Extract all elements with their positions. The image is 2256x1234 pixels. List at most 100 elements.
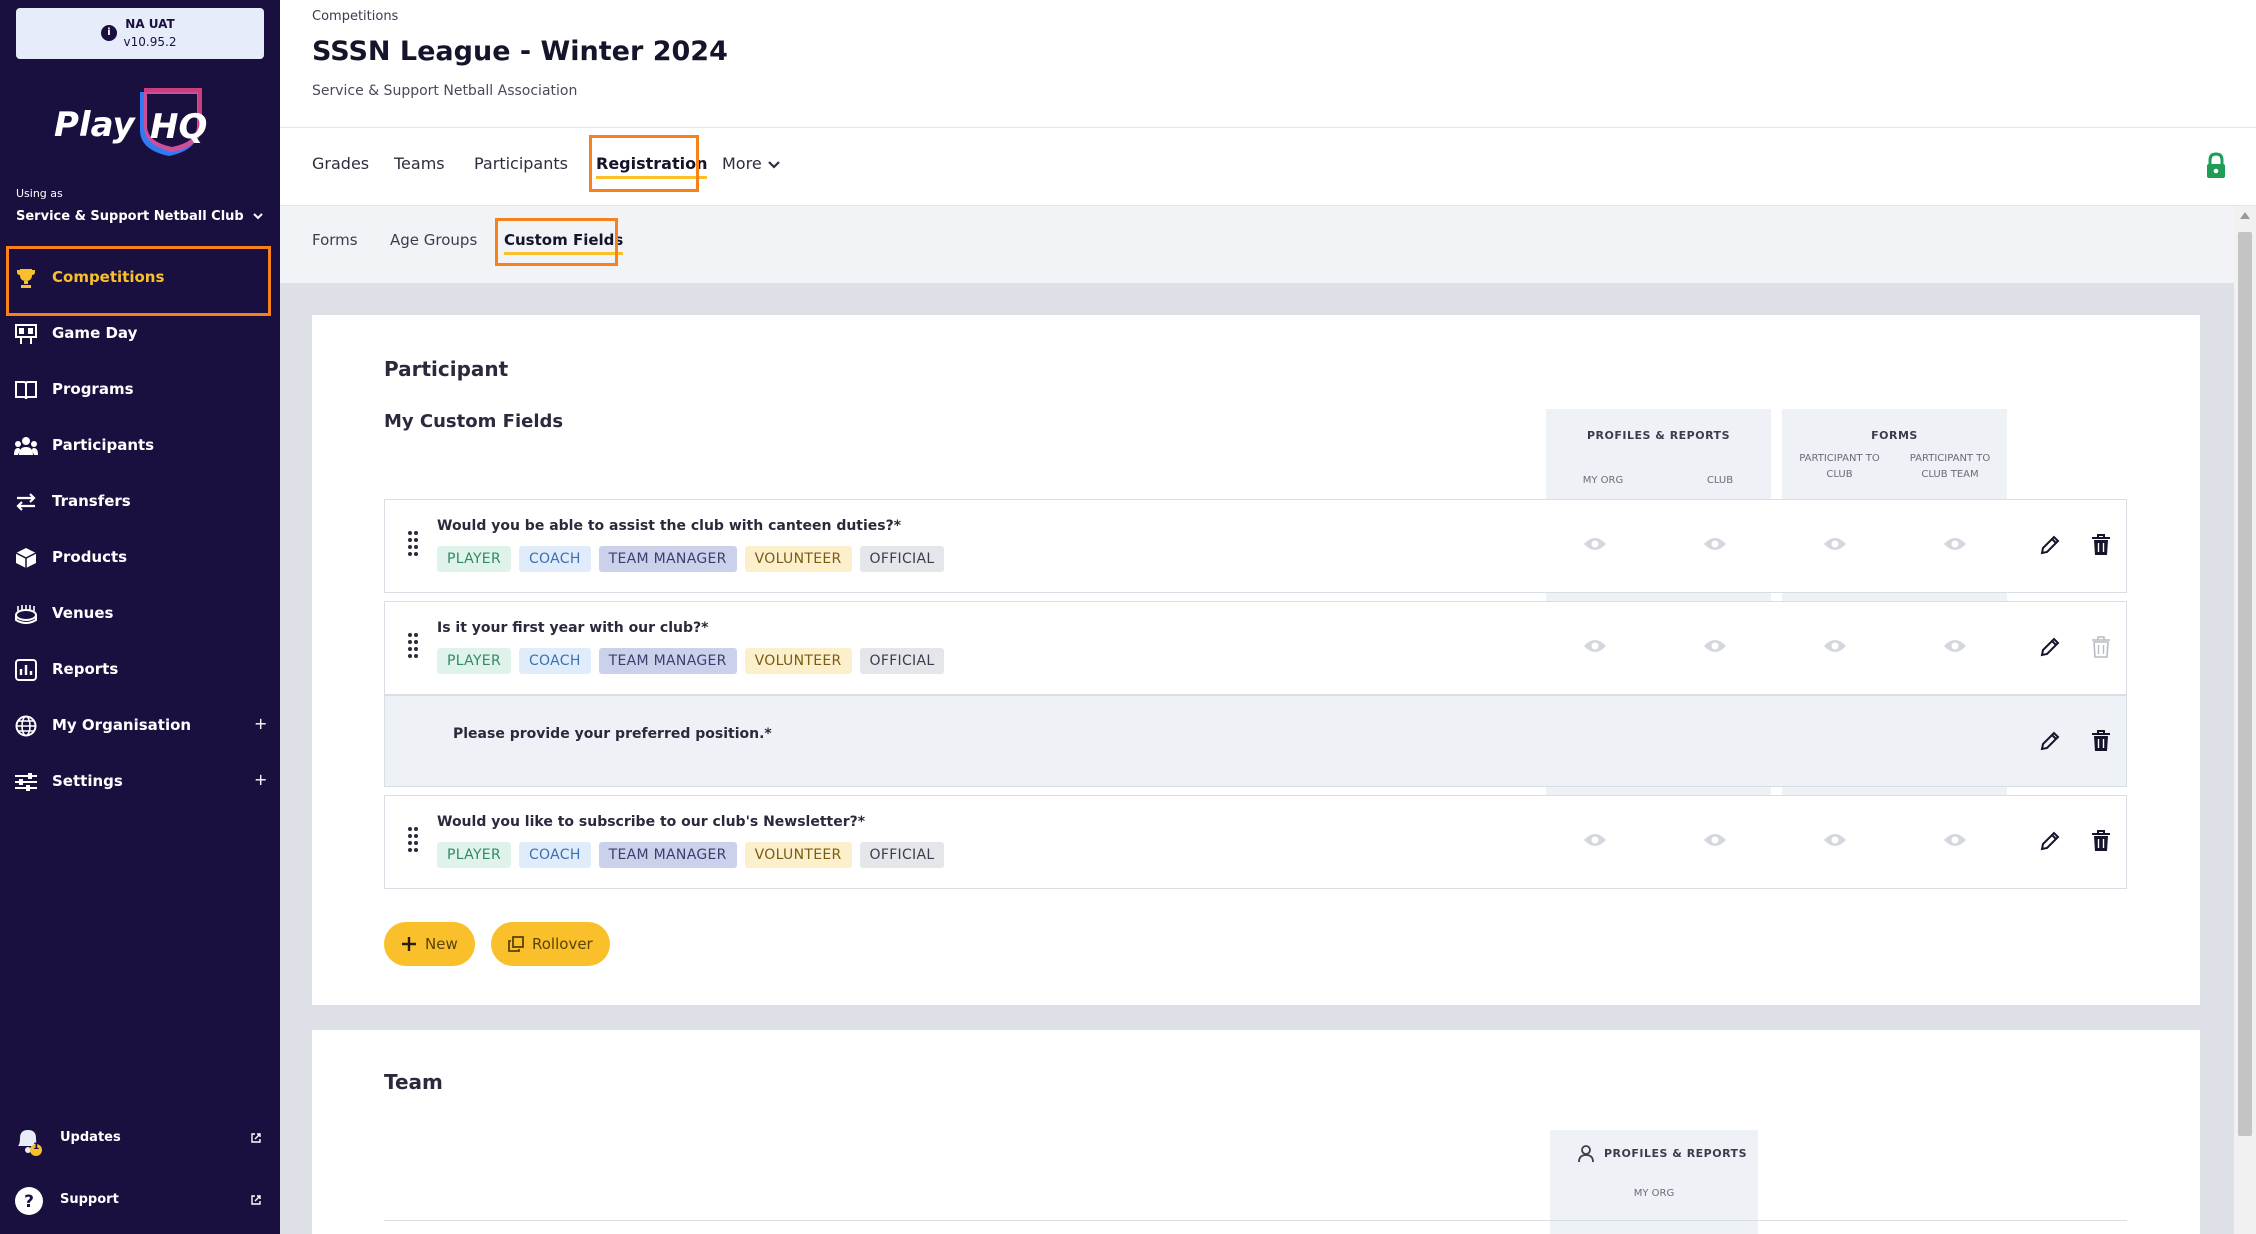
- tag-player: PLAYER: [437, 842, 511, 868]
- sidebar-item-game-day[interactable]: Game Day: [0, 306, 280, 362]
- updates-badge-count: 1: [33, 1142, 40, 1152]
- sidebar-item-competitions[interactable]: Competitions: [0, 250, 280, 306]
- sidebar-item-participants[interactable]: Participants: [0, 418, 280, 474]
- org-selector[interactable]: Service & Support Netball Club: [16, 209, 244, 224]
- lock-icon[interactable]: [2204, 152, 2228, 180]
- tag-team-manager: TEAM MANAGER: [598, 546, 737, 572]
- sidebar-item-support[interactable]: ? Support: [0, 1184, 280, 1224]
- section-title: Participant: [384, 357, 509, 381]
- sliders-icon: [15, 773, 37, 791]
- edit-pencil-icon[interactable]: [2039, 534, 2061, 556]
- tag-player: PLAYER: [437, 648, 511, 674]
- expand-plus-icon[interactable]: +: [254, 714, 267, 733]
- custom-field-row[interactable]: Is it your first year with our club?* PL…: [384, 601, 2127, 695]
- tag-volunteer: VOLUNTEER: [744, 546, 852, 572]
- visibility-eye-icon[interactable]: [1583, 536, 1607, 552]
- report-chart-icon: [15, 659, 37, 681]
- sidebar-item-venues[interactable]: Venues: [0, 586, 280, 642]
- role-tags: PLAYER COACH TEAM MANAGER VOLUNTEER OFFI…: [437, 648, 945, 674]
- tag-player: PLAYER: [437, 546, 511, 572]
- tag-volunteer: VOLUNTEER: [744, 842, 852, 868]
- expand-plus-icon[interactable]: +: [254, 770, 267, 789]
- delete-trash-icon[interactable]: [2091, 730, 2111, 752]
- delete-trash-icon[interactable]: [2091, 534, 2111, 556]
- sidebar-item-label: Settings: [52, 772, 123, 790]
- sidebar-item-transfers[interactable]: Transfers: [0, 474, 280, 530]
- tag-team-manager: TEAM MANAGER: [598, 842, 737, 868]
- sidebar-item-label: Products: [52, 548, 128, 566]
- edit-pencil-icon[interactable]: [2039, 830, 2061, 852]
- tab-more[interactable]: More: [722, 154, 762, 173]
- edit-pencil-icon[interactable]: [2039, 636, 2061, 658]
- scrollbar-thumb[interactable]: [2238, 232, 2252, 1136]
- column-my-org: MY ORG: [1633, 1188, 1675, 1199]
- help-icon: ?: [15, 1187, 43, 1215]
- team-card: Team PROFILES & REPORTS MY ORG: [312, 1030, 2200, 1234]
- subtab-age-groups[interactable]: Age Groups: [390, 231, 477, 249]
- visibility-eye-icon[interactable]: [1943, 638, 1967, 654]
- field-question: Would you be able to assist the club wit…: [437, 518, 902, 534]
- registration-highlight-box: [589, 135, 699, 192]
- sidebar-item-label: Game Day: [52, 324, 138, 342]
- person-icon: [1578, 1145, 1594, 1163]
- visibility-eye-icon[interactable]: [1703, 536, 1727, 552]
- visibility-eye-icon[interactable]: [1583, 832, 1607, 848]
- sidebar-item-label: My Organisation: [52, 716, 192, 734]
- sidebar-item-reports[interactable]: Reports: [0, 642, 280, 698]
- role-tags: PLAYER COACH TEAM MANAGER VOLUNTEER OFFI…: [437, 842, 945, 868]
- tag-official: OFFICIAL: [859, 648, 945, 674]
- column-my-org: MY ORG: [1582, 475, 1624, 486]
- visibility-eye-icon[interactable]: [1703, 832, 1727, 848]
- drag-handle-icon[interactable]: [407, 530, 419, 556]
- column-club: CLUB: [1706, 475, 1734, 486]
- playhq-logo[interactable]: Play HQ: [52, 86, 212, 158]
- tag-volunteer: VOLUNTEER: [744, 648, 852, 674]
- delete-trash-icon[interactable]: [2091, 830, 2111, 852]
- scrollbar[interactable]: [2234, 206, 2256, 1234]
- sidebar-item-label: Programs: [52, 380, 134, 398]
- role-tags: PLAYER COACH TEAM MANAGER VOLUNTEER OFFI…: [437, 546, 945, 572]
- visibility-eye-icon[interactable]: [1823, 832, 1847, 848]
- boxes-icon: [15, 548, 37, 568]
- drag-handle-icon[interactable]: [407, 826, 419, 852]
- scroll-up-arrow-icon[interactable]: [2240, 212, 2250, 219]
- visibility-eye-icon[interactable]: [1823, 638, 1847, 654]
- field-question: Would you like to subscribe to our club'…: [437, 814, 866, 830]
- tab-grades[interactable]: Grades: [312, 154, 369, 173]
- visibility-eye-icon[interactable]: [1583, 638, 1607, 654]
- delete-trash-icon-disabled: [2092, 636, 2110, 658]
- breadcrumb[interactable]: Competitions: [312, 9, 398, 24]
- trophy-icon: [17, 269, 35, 288]
- visibility-eye-icon[interactable]: [1943, 832, 1967, 848]
- custom-field-subrow[interactable]: Please provide your preferred position.*: [384, 695, 2127, 787]
- visibility-eye-icon[interactable]: [1823, 536, 1847, 552]
- rollover-button[interactable]: Rollover: [491, 922, 610, 966]
- new-field-button[interactable]: New: [384, 922, 475, 966]
- page-title: SSSN League - Winter 2024: [312, 36, 728, 67]
- drag-handle-icon[interactable]: [407, 632, 419, 658]
- column-group-title: PROFILES & REPORTS: [1604, 1147, 1747, 1160]
- copy-icon: [508, 936, 524, 952]
- globe-icon: [15, 715, 37, 737]
- edit-pencil-icon[interactable]: [2039, 730, 2061, 752]
- custom-field-row[interactable]: Would you be able to assist the club wit…: [384, 499, 2127, 593]
- main-tabs: Grades Teams Participants Registration M…: [280, 128, 2256, 206]
- sidebar-item-my-organisation[interactable]: My Organisation +: [0, 698, 280, 754]
- visibility-eye-icon[interactable]: [1943, 536, 1967, 552]
- chevron-down-icon[interactable]: [767, 159, 781, 171]
- environment-badge[interactable]: i NA UAT v10.95.2: [16, 8, 264, 59]
- sidebar-item-settings[interactable]: Settings +: [0, 754, 280, 810]
- rollover-button-label: Rollover: [532, 935, 593, 953]
- sidebar-item-label: Venues: [52, 604, 114, 622]
- visibility-eye-icon[interactable]: [1703, 638, 1727, 654]
- subtab-forms[interactable]: Forms: [312, 231, 358, 249]
- chevron-down-icon[interactable]: [252, 210, 264, 222]
- custom-field-row[interactable]: Would you like to subscribe to our club'…: [384, 795, 2127, 889]
- tab-teams[interactable]: Teams: [394, 154, 445, 173]
- svg-text:HQ: HQ: [150, 107, 207, 147]
- tab-participants[interactable]: Participants: [474, 154, 568, 173]
- sidebar-item-programs[interactable]: Programs: [0, 362, 280, 418]
- main-content: Competitions SSSN League - Winter 2024 S…: [280, 0, 2256, 1234]
- sidebar-item-products[interactable]: Products: [0, 530, 280, 586]
- sidebar-item-updates[interactable]: 1 Updates: [0, 1124, 280, 1164]
